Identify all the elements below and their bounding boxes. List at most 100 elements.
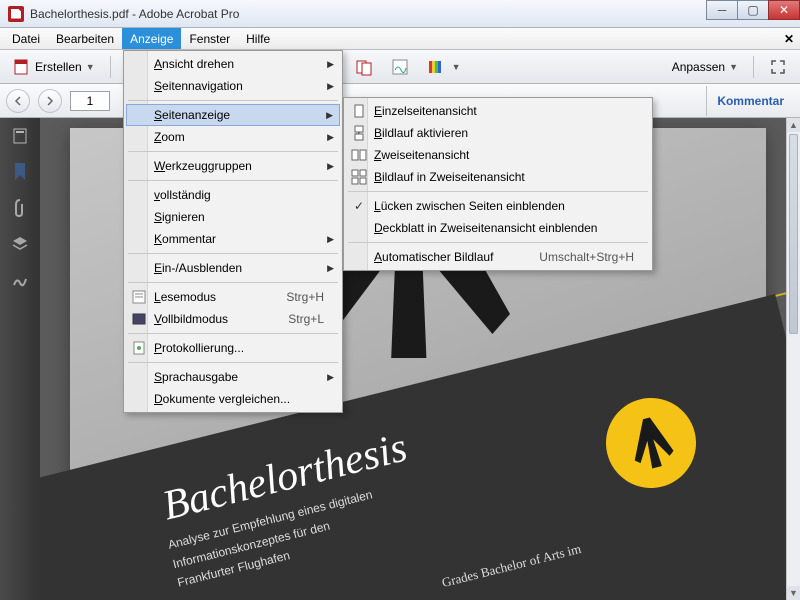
window-title: Bachelorthesis.pdf - Adobe Acrobat Pro xyxy=(30,7,239,21)
menu-item-label: Einzelseitenansicht xyxy=(374,104,477,118)
create-icon xyxy=(13,58,31,76)
submenu-arrow-icon: ▶ xyxy=(327,81,334,92)
submenu-arrow-icon: ▶ xyxy=(327,234,334,245)
menu-fenster[interactable]: Fenster xyxy=(181,28,238,49)
menu-item-label: Zoom xyxy=(154,130,185,144)
page-number-input[interactable] xyxy=(70,91,110,111)
next-page-button[interactable] xyxy=(38,89,62,113)
single-icon xyxy=(351,103,367,119)
layers-icon[interactable] xyxy=(10,234,30,254)
view-menu: Ansicht drehen▶Seitennavigation▶Seitenan… xyxy=(123,50,343,413)
scroll-icon xyxy=(351,125,367,141)
combine-icon xyxy=(355,58,373,76)
menu-item-label: Kommentar xyxy=(154,232,216,246)
document-close-button[interactable]: ✕ xyxy=(778,28,800,49)
menu-item[interactable]: Protokollierung... xyxy=(126,337,340,359)
thumbnails-icon[interactable] xyxy=(10,126,30,146)
menu-item[interactable]: Werkzeuggruppen▶ xyxy=(126,155,340,177)
checkmark-icon: ✓ xyxy=(354,199,364,213)
menu-item-label: Lücken zwischen Seiten einblenden xyxy=(374,199,565,213)
menu-item-label: Seitennavigation xyxy=(154,79,243,93)
scroll-down-button[interactable]: ▼ xyxy=(787,586,800,600)
menu-item-label: Sprachausgabe xyxy=(154,370,238,384)
app-icon xyxy=(8,6,24,22)
menu-item[interactable]: Ansicht drehen ▶ xyxy=(126,53,340,75)
close-button[interactable]: ✕ xyxy=(768,0,800,20)
menu-item[interactable]: Vollbildmodus Strg+L xyxy=(126,308,340,330)
menu-item[interactable]: Dokumente vergleichen... xyxy=(126,388,340,410)
two-icon xyxy=(351,147,367,163)
full-icon xyxy=(131,311,147,327)
menu-anzeige[interactable]: Anzeige xyxy=(122,28,181,49)
menu-item-label: Dokumente vergleichen... xyxy=(154,392,290,406)
menu-bearbeiten[interactable]: Bearbeiten xyxy=(48,28,122,49)
menu-item-label: Automatischer Bildlauf xyxy=(374,250,493,264)
twoscroll-icon xyxy=(351,169,367,185)
menu-item-label: Ein-/Ausblenden xyxy=(154,261,242,275)
menu-item[interactable]: Bildlauf in Zweiseitenansicht xyxy=(346,166,650,188)
menu-item[interactable]: Zoom ▶ xyxy=(126,126,340,148)
vertical-scrollbar[interactable]: ▲ ▼ xyxy=(786,118,800,600)
shortcut-label: Umschalt+Strg+H xyxy=(539,250,634,264)
minimize-button[interactable]: ─ xyxy=(706,0,738,20)
menu-item-label: Vollbildmodus xyxy=(154,312,228,326)
menu-item[interactable]: vollständig xyxy=(126,184,340,206)
submenu-arrow-icon: ▶ xyxy=(327,59,334,70)
menu-item[interactable]: Signieren xyxy=(126,206,340,228)
menu-item-label: Signieren xyxy=(154,210,205,224)
dropdown-icon: ▼ xyxy=(86,62,95,72)
expand-icon xyxy=(769,58,787,76)
separator xyxy=(110,56,111,78)
submenu-arrow-icon: ▶ xyxy=(326,110,333,121)
menu-item[interactable]: ✓ Lücken zwischen Seiten einblenden xyxy=(346,195,650,217)
combine-button[interactable] xyxy=(348,54,380,80)
sign-icon xyxy=(391,58,409,76)
maximize-button[interactable]: ▢ xyxy=(737,0,769,20)
toolbar: Erstellen ▼ ▼ Anpassen ▼ xyxy=(0,50,800,84)
dropdown-icon: ▼ xyxy=(729,62,738,72)
menu-item-label: Zweiseitenansicht xyxy=(374,148,469,162)
menu-item[interactable]: Ein-/Ausblenden ▶ xyxy=(126,257,340,279)
shortcut-label: Strg+L xyxy=(288,312,324,326)
scroll-up-button[interactable]: ▲ xyxy=(787,118,800,132)
page-display-submenu: Einzelseitenansicht ✓Bildlauf aktivieren Z… xyxy=(343,97,653,271)
attachments-icon[interactable] xyxy=(10,198,30,218)
menu-item-label: vollständig xyxy=(154,188,211,202)
create-button[interactable]: Erstellen ▼ xyxy=(6,54,102,80)
prev-page-button[interactable] xyxy=(6,89,30,113)
customize-button[interactable]: Anpassen ▼ xyxy=(665,56,745,78)
menu-item[interactable]: Seitennavigation ▶ xyxy=(126,75,340,97)
menu-item[interactable]: Seitenanzeige▶ xyxy=(126,104,340,126)
menu-item[interactable]: Einzelseitenansicht xyxy=(346,100,650,122)
window-controls: ─ ▢ ✕ xyxy=(707,0,800,20)
create-label: Erstellen xyxy=(35,60,82,74)
submenu-arrow-icon: ▶ xyxy=(327,161,334,172)
menu-item-label: Ansicht drehen xyxy=(154,57,234,71)
menu-item[interactable]: ✓Bildlauf aktivieren xyxy=(346,122,650,144)
title-bar: Bachelorthesis.pdf - Adobe Acrobat Pro ─… xyxy=(0,0,800,28)
menu-item[interactable]: Zweiseitenansicht xyxy=(346,144,650,166)
menu-item[interactable]: LesemodusStrg+H xyxy=(126,286,340,308)
menu-item-label: Lesemodus xyxy=(154,290,216,304)
bookmarks-icon[interactable] xyxy=(10,162,30,182)
rainbow-icon xyxy=(427,58,445,76)
menu-item[interactable]: Automatischer Bildlauf Umschalt+Strg+H xyxy=(346,246,650,268)
color-button[interactable]: ▼ xyxy=(420,54,468,80)
read-icon xyxy=(131,289,147,305)
submenu-arrow-icon: ▶ xyxy=(327,132,334,143)
menu-item-label: Deckblatt in Zweiseitenansicht einblende… xyxy=(374,221,597,235)
menu-item-label: Bildlauf in Zweiseitenansicht xyxy=(374,170,525,184)
sign-button[interactable] xyxy=(384,54,416,80)
comment-panel-button[interactable]: Kommentar xyxy=(717,94,794,108)
signatures-icon[interactable] xyxy=(10,270,30,290)
scroll-thumb[interactable] xyxy=(789,134,798,334)
menu-item[interactable]: Deckblatt in Zweiseitenansicht einblende… xyxy=(346,217,650,239)
menu-item[interactable]: Kommentar ▶ xyxy=(126,228,340,250)
menu-datei[interactable]: Datei xyxy=(4,28,48,49)
navigation-pane xyxy=(0,118,40,600)
menu-item[interactable]: Sprachausgabe▶ xyxy=(126,366,340,388)
fullscreen-button[interactable] xyxy=(762,54,794,80)
submenu-arrow-icon: ▶ xyxy=(327,263,334,274)
menu-hilfe[interactable]: Hilfe xyxy=(238,28,278,49)
menu-item-label: Protokollierung... xyxy=(154,341,244,355)
